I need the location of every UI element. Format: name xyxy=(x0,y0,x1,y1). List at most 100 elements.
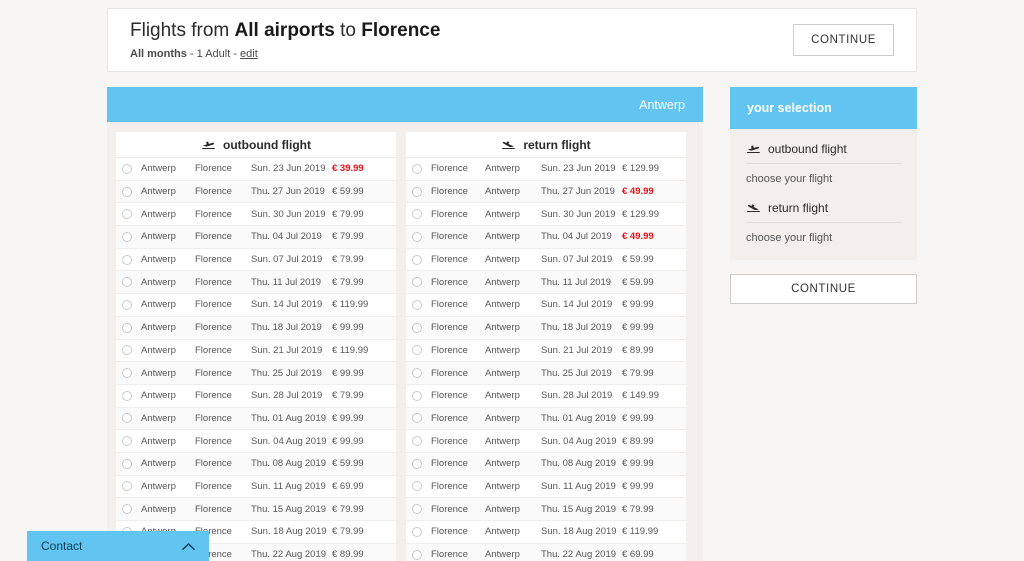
table-row[interactable]: Florence Antwerp Sun. 30 Jun 2019 € 129.99 xyxy=(406,203,686,227)
table-row[interactable]: Florence Antwerp Thu. 11 Jul 2019 € 59.99 xyxy=(406,271,686,295)
table-row[interactable]: Florence Antwerp Sun. 11 Aug 2019 € 99.99 xyxy=(406,475,686,499)
outbound-radio-4[interactable] xyxy=(122,254,132,265)
cell-from: Florence xyxy=(431,390,468,402)
table-row[interactable]: Antwerp Florence Thu. 25 Jul 2019 € 99.99 xyxy=(116,362,396,385)
table-row[interactable]: Antwerp Florence Sun. 30 Jun 2019 € 79.99 xyxy=(116,203,396,227)
cell-price: € 59.99 xyxy=(622,276,654,288)
return-radio-16[interactable] xyxy=(412,526,422,537)
cell-date: Thu. 22 Aug 2019 xyxy=(251,549,327,561)
table-row[interactable]: Florence Antwerp Thu. 25 Jul 2019 € 79.99 xyxy=(406,362,686,385)
table-row[interactable]: Florence Antwerp Thu. 18 Jul 2019 € 99.99 xyxy=(406,316,686,340)
outbound-radio-2[interactable] xyxy=(122,209,132,220)
cell-to: Florence xyxy=(195,208,232,220)
outbound-radio-9[interactable] xyxy=(122,368,132,379)
table-row[interactable]: Antwerp Florence Thu. 18 Jul 2019 € 99.99 xyxy=(116,316,396,340)
table-row[interactable]: Florence Antwerp Thu. 08 Aug 2019 € 99.99 xyxy=(406,452,686,476)
cell-date: Thu. 15 Aug 2019 xyxy=(541,503,617,515)
table-row[interactable]: Florence Antwerp Thu. 27 Jun 2019 € 49.99 xyxy=(406,180,686,204)
return-radio-7[interactable] xyxy=(412,322,422,333)
return-radio-14[interactable] xyxy=(412,481,422,492)
cell-to: Antwerp xyxy=(485,503,520,515)
table-row[interactable]: Antwerp Florence Thu. 08 Aug 2019 € 59.99 xyxy=(116,452,396,476)
table-row[interactable]: Florence Antwerp Sun. 23 Jun 2019 € 129.99 xyxy=(406,158,686,181)
table-row[interactable]: Florence Antwerp Sun. 07 Jul 2019 € 59.99 xyxy=(406,248,686,272)
return-radio-1[interactable] xyxy=(412,186,422,197)
table-row[interactable]: Antwerp Florence Sun. 28 Jul 2019 € 79.99 xyxy=(116,384,396,408)
cell-from: Antwerp xyxy=(141,322,176,334)
return-radio-0[interactable] xyxy=(412,163,422,174)
cell-to: Antwerp xyxy=(485,435,520,447)
selection-return-label: return flight xyxy=(768,201,829,215)
cell-price: € 129.99 xyxy=(622,163,659,175)
selection-return-title: return flight xyxy=(746,201,901,223)
contact-widget[interactable]: Contact xyxy=(27,531,209,561)
cell-to: Antwerp xyxy=(485,276,520,288)
cell-price: € 39.99 xyxy=(332,163,364,175)
cell-price: € 99.99 xyxy=(622,458,654,470)
table-row[interactable]: Antwerp Florence Thu. 27 Jun 2019 € 59.99 xyxy=(116,180,396,204)
continue-button-sidebar[interactable]: CONTINUE xyxy=(730,274,917,304)
selection-sidebar: your selection outbound flight choose yo… xyxy=(730,87,917,304)
cell-price: € 99.99 xyxy=(332,367,364,379)
return-radio-10[interactable] xyxy=(412,390,422,401)
table-row[interactable]: Antwerp Florence Thu. 01 Aug 2019 € 99.99 xyxy=(116,407,396,431)
return-radio-6[interactable] xyxy=(412,299,422,310)
cell-date: Sun. 14 Jul 2019 xyxy=(251,299,323,311)
cell-from: Antwerp xyxy=(141,480,176,492)
outbound-radio-0[interactable] xyxy=(122,163,132,174)
outbound-radio-12[interactable] xyxy=(122,436,132,447)
outbound-radio-6[interactable] xyxy=(122,299,132,310)
return-radio-17[interactable] xyxy=(412,549,422,560)
cell-date: Sun. 21 Jul 2019 xyxy=(251,344,323,356)
return-radio-11[interactable] xyxy=(412,413,422,424)
return-radio-4[interactable] xyxy=(412,254,422,265)
table-row[interactable]: Antwerp Florence Thu. 04 Jul 2019 € 79.99 xyxy=(116,226,396,249)
criteria-sep-1: - xyxy=(186,47,197,60)
table-row[interactable]: Antwerp Florence Sun. 11 Aug 2019 € 69.99 xyxy=(116,475,396,499)
cell-date: Sun. 11 Aug 2019 xyxy=(251,480,326,492)
cell-date: Thu. 11 Jul 2019 xyxy=(541,276,612,288)
table-row[interactable]: Antwerp Florence Thu. 15 Aug 2019 € 79.99 xyxy=(116,498,396,521)
table-row[interactable]: Antwerp Florence Sun. 21 Jul 2019 € 119.99 xyxy=(116,339,396,363)
table-row[interactable]: Florence Antwerp Thu. 22 Aug 2019 € 69.99 xyxy=(406,543,686,561)
cell-date: Sun. 30 Jun 2019 xyxy=(251,208,326,220)
return-radio-12[interactable] xyxy=(412,436,422,447)
return-radio-5[interactable] xyxy=(412,277,422,288)
table-row[interactable]: Florence Antwerp Sun. 18 Aug 2019 € 119.99 xyxy=(406,521,686,544)
outbound-radio-10[interactable] xyxy=(122,390,132,401)
outbound-radio-14[interactable] xyxy=(122,481,132,492)
table-row[interactable]: Florence Antwerp Thu. 15 Aug 2019 € 79.99 xyxy=(406,498,686,521)
table-row[interactable]: Antwerp Florence Sun. 04 Aug 2019 € 99.99 xyxy=(116,430,396,453)
return-radio-15[interactable] xyxy=(412,504,422,515)
table-row[interactable]: Florence Antwerp Thu. 01 Aug 2019 € 99.99 xyxy=(406,407,686,431)
outbound-radio-15[interactable] xyxy=(122,504,132,515)
table-row[interactable]: Antwerp Florence Sun. 07 Jul 2019 € 79.99 xyxy=(116,248,396,272)
cell-to: Florence xyxy=(195,390,232,402)
table-row[interactable]: Florence Antwerp Sun. 14 Jul 2019 € 99.99 xyxy=(406,294,686,317)
table-row[interactable]: Florence Antwerp Sun. 28 Jul 2019 € 149.99 xyxy=(406,384,686,408)
return-radio-8[interactable] xyxy=(412,345,422,356)
return-radio-13[interactable] xyxy=(412,458,422,469)
return-radio-2[interactable] xyxy=(412,209,422,220)
outbound-radio-3[interactable] xyxy=(122,231,132,242)
edit-search-link[interactable]: edit xyxy=(240,48,258,60)
table-row[interactable]: Florence Antwerp Sun. 21 Jul 2019 € 89.99 xyxy=(406,339,686,363)
outbound-radio-1[interactable] xyxy=(122,186,132,197)
return-flight-list: Florence Antwerp Sun. 23 Jun 2019 € 129.99 F… xyxy=(406,158,686,561)
outbound-radio-8[interactable] xyxy=(122,345,132,356)
table-row[interactable]: Antwerp Florence Sun. 23 Jun 2019 € 39.99 xyxy=(116,158,396,181)
outbound-radio-13[interactable] xyxy=(122,458,132,469)
return-radio-3[interactable] xyxy=(412,231,422,242)
continue-button-top[interactable]: CONTINUE xyxy=(793,24,894,56)
return-flight-column: return flight Florence Antwerp Sun. 23 Jun… xyxy=(406,132,686,561)
table-row[interactable]: Florence Antwerp Thu. 04 Jul 2019 € 49.99 xyxy=(406,226,686,249)
outbound-radio-7[interactable] xyxy=(122,322,132,333)
outbound-radio-5[interactable] xyxy=(122,277,132,288)
table-row[interactable]: Antwerp Florence Thu. 11 Jul 2019 € 79.99 xyxy=(116,271,396,295)
return-radio-9[interactable] xyxy=(412,368,422,379)
outbound-radio-11[interactable] xyxy=(122,413,132,424)
table-row[interactable]: Antwerp Florence Sun. 14 Jul 2019 € 119.99 xyxy=(116,294,396,317)
cell-to: Antwerp xyxy=(485,458,520,470)
cell-price: € 89.99 xyxy=(332,549,364,561)
table-row[interactable]: Florence Antwerp Sun. 04 Aug 2019 € 89.99 xyxy=(406,430,686,453)
